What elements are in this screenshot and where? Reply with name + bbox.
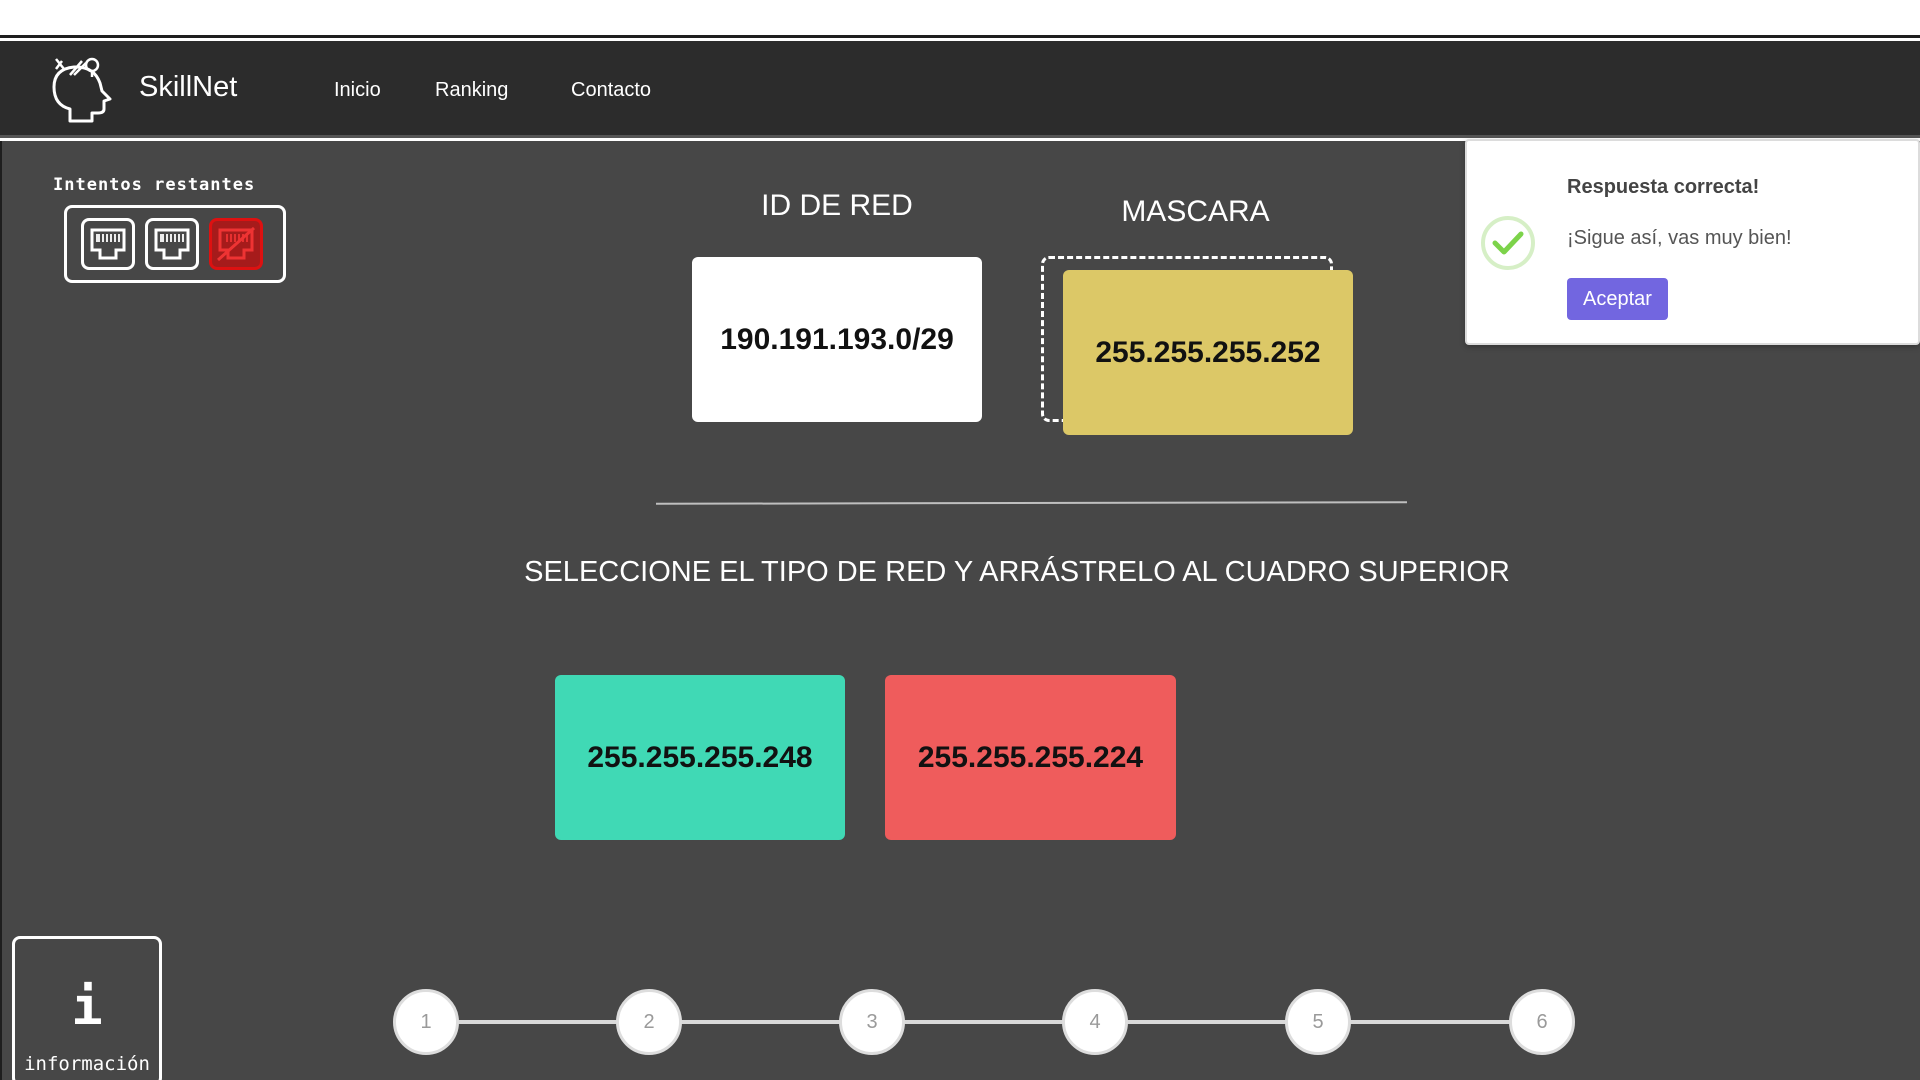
nav-link-ranking[interactable]: Ranking — [435, 79, 508, 102]
info-icon: i — [71, 977, 103, 1037]
brand-name[interactable]: SkillNet — [139, 71, 237, 104]
instruction-text: SELECCIONE EL TIPO DE RED Y ARRÁSTRELO A… — [524, 556, 1510, 588]
mask-answer-card[interactable]: 255.255.255.252 — [1063, 270, 1353, 435]
network-id-title: ID DE RED — [761, 189, 913, 222]
toast-message: ¡Sigue así, vas muy bien! — [1567, 227, 1792, 249]
network-id-card: 190.191.193.0/29 — [692, 257, 982, 422]
mask-option-card[interactable]: 255.255.255.248 — [555, 675, 845, 840]
progress-step[interactable]: 3 — [839, 989, 905, 1055]
progress-step[interactable]: 2 — [616, 989, 682, 1055]
toast-title: Respuesta correcta! — [1567, 176, 1760, 198]
mask-title: MASCARA — [1121, 195, 1270, 228]
ethernet-port-icon — [145, 218, 199, 270]
nav-link-inicio[interactable]: Inicio — [334, 79, 381, 102]
navbar: SkillNet Inicio Ranking Contacto — [0, 41, 1920, 138]
info-button-label: información — [24, 1053, 150, 1075]
progress-step[interactable]: 6 — [1509, 989, 1575, 1055]
nav-link-contacto[interactable]: Contacto — [571, 79, 651, 102]
progress-step[interactable]: 4 — [1062, 989, 1128, 1055]
info-button[interactable]: i información — [12, 936, 162, 1080]
divider — [655, 501, 1408, 505]
progress-step[interactable]: 5 — [1285, 989, 1351, 1055]
accept-button[interactable]: Aceptar — [1567, 278, 1668, 320]
success-check-icon — [1481, 216, 1535, 270]
browser-top-strip — [0, 0, 1920, 38]
mask-option-card[interactable]: 255.255.255.224 — [885, 675, 1176, 840]
progress-line — [423, 1020, 1545, 1024]
progress-step[interactable]: 1 — [393, 989, 459, 1055]
progress-stepper: 1 2 3 4 5 6 — [393, 989, 1575, 1055]
brain-head-logo-icon — [52, 57, 112, 123]
attempts-indicator — [64, 205, 286, 283]
ethernet-port-lost-icon — [209, 218, 263, 270]
ethernet-port-icon — [81, 218, 135, 270]
success-toast: Respuesta correcta! ¡Sigue así, vas muy … — [1465, 139, 1920, 345]
attempts-label: Intentos restantes — [53, 175, 256, 195]
